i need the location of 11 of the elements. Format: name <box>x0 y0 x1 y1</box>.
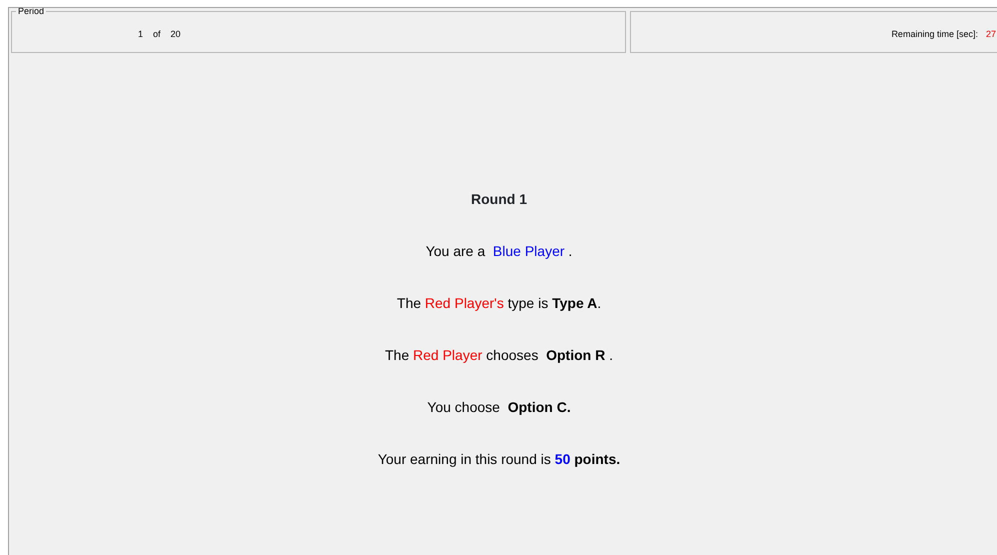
timer-label: Remaining time [sec]: <box>891 28 978 41</box>
period-of-label: of <box>153 28 161 41</box>
result-sentence: The Red Player chooses Option R . <box>385 346 613 365</box>
result-sentence: You choose Option C. <box>427 398 571 417</box>
result-sentence: You are a Blue Player . <box>426 242 572 261</box>
period-total: 20 <box>170 28 181 41</box>
round-title: Round 1 <box>471 190 527 209</box>
result-sentence: The Red Player's type is Type A. <box>396 294 602 313</box>
result-sentence: Your earning in this round is 50 points. <box>378 450 620 469</box>
timer-value: 27 <box>986 28 996 41</box>
period-current: 1 <box>138 28 144 41</box>
